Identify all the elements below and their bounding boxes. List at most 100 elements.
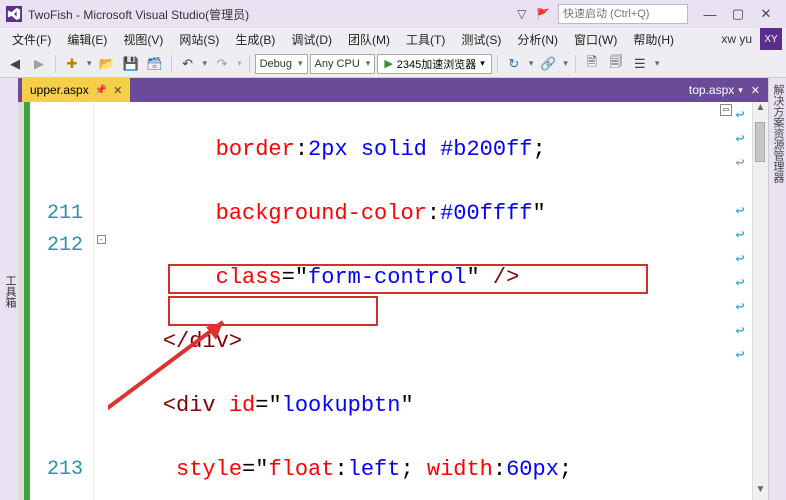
- document-tab-active[interactable]: upper.aspx 📌 ✕: [22, 78, 130, 102]
- nav-forward-button[interactable]: ▶: [28, 53, 50, 75]
- menu-test[interactable]: 测试(S): [453, 29, 509, 50]
- menu-file[interactable]: 文件(F): [4, 29, 59, 50]
- wrap-glyph-icon: ↩: [732, 300, 748, 316]
- html-attr: style: [176, 457, 242, 482]
- browser-refresh-button[interactable]: ↻: [503, 53, 525, 75]
- html-open-tag: <div: [163, 393, 229, 418]
- wrap-glyph-icon: ↩: [732, 108, 748, 124]
- signed-in-user[interactable]: xw yu: [717, 32, 756, 46]
- redo-dropdown[interactable]: ▾: [235, 58, 244, 69]
- line-number: 211: [30, 198, 83, 230]
- split-window-toggle[interactable]: ▭: [720, 104, 732, 116]
- menu-team[interactable]: 团队(M): [340, 29, 398, 50]
- word-wrap-glyph-column: ↩ ↩ ↩ ↩ ↩ ↩ ↩ ↩ ↩ ↩ ↩: [732, 108, 748, 364]
- vertical-scrollbar[interactable]: ▲ ▼: [752, 102, 768, 500]
- start-debug-button[interactable]: ▶ 2345加速浏览器 ▾: [377, 54, 491, 74]
- close-button[interactable]: ✕: [752, 4, 780, 24]
- close-tab-icon[interactable]: ✕: [113, 84, 122, 97]
- css-val: #00ffff: [440, 201, 532, 226]
- menu-debug[interactable]: 调试(D): [283, 29, 340, 50]
- menu-build[interactable]: 生成(B): [227, 29, 283, 50]
- scroll-up-button[interactable]: ▲: [753, 102, 768, 118]
- solution-config-value: Debug: [260, 58, 292, 70]
- tab-filename: upper.aspx: [30, 83, 89, 97]
- menu-help[interactable]: 帮助(H): [625, 29, 682, 50]
- feedback-icon[interactable]: 🚩: [536, 8, 550, 21]
- code-editor[interactable]: 211 212 213 - border:2px solid #b200ff; …: [18, 102, 768, 500]
- menu-tools[interactable]: 工具(T): [398, 29, 453, 50]
- pin-icon[interactable]: 📌: [95, 85, 107, 96]
- menu-website[interactable]: 网站(S): [171, 29, 227, 50]
- undo-button[interactable]: ↶: [177, 53, 199, 75]
- chevron-down-icon: ▾: [298, 58, 303, 69]
- menu-view[interactable]: 视图(V): [115, 29, 171, 50]
- css-val: 2px solid #b200ff: [308, 137, 532, 162]
- wrap-glyph-icon: ↩: [732, 204, 748, 220]
- close-tab-icon[interactable]: ✕: [751, 84, 760, 97]
- css-prop: border: [216, 137, 295, 162]
- toolbox-panel-tab[interactable]: 工具箱: [0, 78, 18, 500]
- solution-config-combo[interactable]: Debug ▾: [255, 54, 308, 74]
- solution-platform-value: Any CPU: [315, 58, 360, 70]
- browser-link-button[interactable]: 🔗: [537, 53, 559, 75]
- wrap-glyph-icon: ↩: [732, 252, 748, 268]
- css-prop: background-color: [216, 201, 427, 226]
- browser-refresh-dropdown[interactable]: ▾: [527, 58, 536, 69]
- standard-toolbar: ◀ ▶ ✚ ▾ 📂 💾 🗃 ↶ ▾ ↷ ▾ Debug ▾ Any CPU ▾ ▶ 2…: [0, 50, 786, 78]
- wrap-glyph-icon: ↩: [732, 228, 748, 244]
- preview-tab[interactable]: top.aspx ▾ ✕: [681, 83, 768, 97]
- menu-analyze[interactable]: 分析(N): [509, 29, 566, 50]
- annotation-box: [168, 296, 378, 326]
- right-panel-tabs: 解决方案资源管理器 团队资源管理器 属性: [768, 78, 786, 500]
- outlining-margin[interactable]: -: [94, 102, 108, 500]
- quick-launch-input[interactable]: [558, 4, 688, 24]
- new-project-button[interactable]: ✚: [61, 53, 83, 75]
- outline-collapse-toggle[interactable]: -: [97, 235, 106, 244]
- attr-value: lookupbtn: [282, 393, 401, 418]
- new-project-dropdown[interactable]: ▾: [85, 58, 94, 69]
- line-number-gutter: 211 212 213: [30, 102, 94, 500]
- start-debug-label: 2345加速浏览器: [397, 56, 476, 72]
- minimize-button[interactable]: —: [696, 4, 724, 24]
- menu-window[interactable]: 窗口(W): [566, 29, 625, 50]
- window-titlebar: TwoFish - Microsoft Visual Studio(管理员) ▽…: [0, 0, 786, 28]
- save-button[interactable]: 💾: [120, 53, 142, 75]
- vs-logo-icon: [6, 6, 22, 22]
- preview-tab-filename: top.aspx: [689, 83, 734, 97]
- code-area[interactable]: border:2px solid #b200ff; background-col…: [108, 102, 752, 500]
- wrap-glyph-icon: ↩: [732, 276, 748, 292]
- line-number: 212: [30, 230, 83, 262]
- attr-value: form-control: [308, 265, 466, 290]
- menu-edit[interactable]: 编辑(E): [59, 29, 115, 50]
- scrollbar-thumb[interactable]: [755, 122, 765, 162]
- more-toolbar-dropdown[interactable]: ▾: [653, 58, 662, 69]
- chevron-down-icon: ▾: [366, 58, 371, 69]
- wrap-glyph-icon: ↩: [732, 348, 748, 364]
- undo-dropdown[interactable]: ▾: [201, 58, 210, 69]
- save-all-button[interactable]: 🗃: [144, 53, 166, 75]
- toolbox-label: 工具箱: [4, 275, 16, 308]
- play-icon: ▶: [384, 57, 392, 70]
- document-tab-well: upper.aspx 📌 ✕ top.aspx ▾ ✕: [18, 78, 768, 102]
- wrap-glyph-icon: ↩: [732, 132, 748, 148]
- chevron-down-icon: ▾: [480, 58, 485, 69]
- chevron-down-icon: ▾: [738, 85, 743, 96]
- html-close-tag: </div>: [163, 329, 242, 354]
- scroll-down-button[interactable]: ▼: [753, 484, 768, 500]
- wrap-glyph-icon: ↩: [732, 324, 748, 340]
- html-attr: id: [229, 393, 255, 418]
- nav-back-button[interactable]: ◀: [4, 53, 26, 75]
- solution-explorer-tab[interactable]: 解决方案资源管理器: [770, 82, 786, 500]
- menu-bar: 文件(F) 编辑(E) 视图(V) 网站(S) 生成(B) 调试(D) 团队(M…: [0, 28, 786, 50]
- notification-down-icon[interactable]: ▽: [517, 7, 526, 21]
- find-in-files-button[interactable]: 🗎: [581, 53, 603, 75]
- solution-platform-combo[interactable]: Any CPU ▾: [310, 54, 376, 74]
- browser-link-dropdown[interactable]: ▾: [561, 58, 570, 69]
- open-file-button[interactable]: 📂: [96, 53, 118, 75]
- uncomment-button[interactable]: ☰: [629, 53, 651, 75]
- comment-button[interactable]: 🗐: [605, 53, 627, 75]
- redo-button[interactable]: ↷: [211, 53, 233, 75]
- user-avatar[interactable]: XY: [760, 28, 782, 50]
- maximize-button[interactable]: ▢: [724, 4, 752, 24]
- line-number: 213: [30, 454, 83, 486]
